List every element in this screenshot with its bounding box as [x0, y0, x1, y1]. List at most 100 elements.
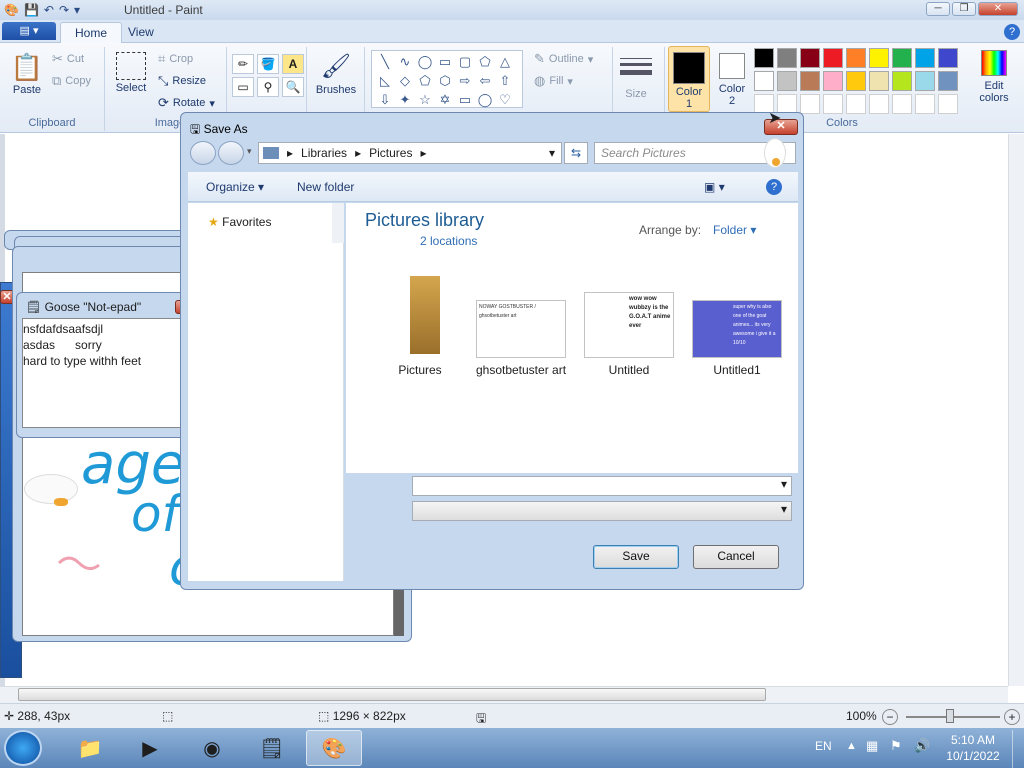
heart-shape-icon[interactable]: ♡	[495, 90, 515, 109]
file-name[interactable]: ghsotbetuster art	[466, 363, 576, 377]
pencil-icon[interactable]: ✏	[232, 54, 254, 74]
eraser-icon[interactable]: ▭	[232, 77, 254, 97]
star5-icon[interactable]: ☆	[415, 90, 435, 109]
help-icon[interactable]: ?	[1004, 24, 1020, 40]
file-thumbnail[interactable]: NOWAY GOSTBUSTER / ghsotbetuster art	[476, 300, 566, 358]
minimize-button[interactable]: ─	[926, 2, 950, 16]
file-type-select[interactable]: ▾	[412, 501, 792, 521]
star4-icon[interactable]: ✦	[395, 90, 415, 109]
magnifier-icon[interactable]: 🔍	[282, 77, 304, 97]
tab-home[interactable]: Home	[60, 22, 123, 43]
brushes-button[interactable]: 🖌 Brushes	[312, 50, 360, 96]
size-button[interactable]: Size	[616, 50, 656, 100]
show-desktop-button[interactable]	[1012, 730, 1024, 768]
breadcrumb-pictures[interactable]: Pictures	[369, 146, 412, 160]
save-icon[interactable]: 💾	[24, 2, 39, 18]
paste-button[interactable]: 📋 Paste	[8, 50, 46, 96]
color-swatch[interactable]	[800, 71, 820, 91]
language-indicator[interactable]: EN	[815, 739, 832, 753]
callout-oval-icon[interactable]: ◯	[475, 90, 495, 109]
maximize-button[interactable]: ❐	[952, 2, 976, 16]
color-swatch[interactable]	[846, 71, 866, 91]
color-swatch[interactable]	[823, 71, 843, 91]
hexagon-shape-icon[interactable]: ⬡	[435, 71, 455, 90]
callout-rect-icon[interactable]: ▭	[455, 90, 475, 109]
chrome-icon[interactable]: ◉	[184, 730, 240, 766]
triangle-shape-icon[interactable]: △	[495, 52, 515, 71]
horizontal-scroll-thumb[interactable]	[18, 688, 766, 701]
zoom-in-button[interactable]: +	[1004, 709, 1020, 725]
edit-colors-button[interactable]: Edit colors	[976, 50, 1012, 104]
right-arrow-icon[interactable]: ⇨	[455, 71, 475, 90]
nav-item-favorites[interactable]: ★ Favorites	[208, 215, 271, 229]
empty-color-swatch[interactable]	[915, 94, 935, 114]
color-swatch[interactable]	[846, 48, 866, 68]
view-options-button[interactable]: ▣ ▾	[704, 180, 725, 194]
diamond-shape-icon[interactable]: ◇	[395, 71, 415, 90]
vertical-scrollbar[interactable]	[1008, 134, 1024, 686]
rectangle-shape-icon[interactable]: ▭	[435, 52, 455, 71]
curve-shape-icon[interactable]: ∿	[395, 52, 415, 71]
file-name[interactable]: Untitled	[574, 363, 684, 377]
select-button[interactable]: Select	[112, 50, 150, 94]
file-thumbnail[interactable]: wow wow wubbzy is the G.O.A.T anime ever	[584, 292, 674, 358]
right-triangle-icon[interactable]: ◺	[375, 71, 395, 90]
library-locations-link[interactable]: 2 locations	[420, 234, 477, 248]
media-player-icon[interactable]: ▶	[122, 730, 178, 766]
customize-qat-icon[interactable]: ▾	[74, 2, 80, 18]
zoom-out-button[interactable]: −	[882, 709, 898, 725]
file-menu-button[interactable]: ▤ ▾	[2, 22, 56, 40]
notepad-taskbar-icon[interactable]: 🗒	[244, 730, 300, 766]
goose-sprite[interactable]	[762, 134, 790, 172]
new-folder-button[interactable]: New folder	[297, 180, 354, 194]
explorer-icon[interactable]: 📁	[62, 730, 118, 766]
resize-button[interactable]: ⤡ Resize	[158, 73, 206, 89]
zoom-slider-thumb[interactable]	[946, 709, 954, 723]
paint-taskbar-icon[interactable]: 🎨	[306, 730, 362, 766]
color2-button[interactable]: Color 2	[712, 46, 752, 107]
clock[interactable]: 5:10 AM 10/1/2022	[940, 732, 1006, 764]
color-swatch[interactable]	[777, 48, 797, 68]
color-swatch[interactable]	[915, 48, 935, 68]
file-name[interactable]: Untitled1	[682, 363, 792, 377]
color-swatch[interactable]	[777, 71, 797, 91]
color-swatch[interactable]	[915, 71, 935, 91]
volume-icon[interactable]: 🔊	[914, 738, 930, 754]
color-swatch[interactable]	[938, 71, 958, 91]
goose-sprite[interactable]	[24, 472, 82, 516]
action-center-icon[interactable]: ⚑	[890, 738, 902, 754]
empty-color-swatch[interactable]	[869, 94, 889, 114]
help-icon[interactable]: ?	[766, 179, 782, 195]
start-button[interactable]	[4, 730, 42, 766]
empty-color-swatch[interactable]	[892, 94, 912, 114]
color-swatch[interactable]	[892, 48, 912, 68]
color-swatch[interactable]	[800, 48, 820, 68]
redo-icon[interactable]: ↷	[59, 2, 69, 18]
breadcrumb-libraries[interactable]: Libraries	[301, 146, 347, 160]
tab-view[interactable]: View	[114, 22, 168, 43]
color-picker-icon[interactable]: ⚲	[257, 77, 279, 97]
back-button[interactable]	[190, 141, 216, 165]
color-swatch[interactable]	[823, 48, 843, 68]
color-swatch[interactable]	[869, 71, 889, 91]
copy-button[interactable]: ⧉ Copy	[52, 73, 91, 89]
organize-button[interactable]: Organize ▾	[206, 180, 264, 194]
refresh-button[interactable]: ⇆	[564, 142, 588, 164]
empty-color-swatch[interactable]	[846, 94, 866, 114]
fill-bucket-icon[interactable]: 🪣	[257, 54, 279, 74]
cut-button[interactable]: ✂ Cut	[52, 51, 84, 67]
left-arrow-icon[interactable]: ⇦	[475, 71, 495, 90]
address-dropdown-icon[interactable]: ▾	[549, 146, 555, 160]
address-bar[interactable]: ▸ Libraries ▸ Pictures ▸ ▾	[258, 142, 562, 164]
paint-app-icon[interactable]: 🎨	[4, 2, 19, 18]
color-swatch[interactable]	[754, 71, 774, 91]
fill-button[interactable]: ◍ Fill ▾	[534, 73, 573, 89]
file-name-input[interactable]: ▾	[412, 476, 792, 496]
file-thumbnail[interactable]: super why is also one of the goat animes…	[692, 300, 782, 358]
save-button[interactable]: Save	[593, 545, 679, 569]
line-shape-icon[interactable]: ╲	[375, 52, 395, 71]
notepad-text-area[interactable]: nsfdafdsaafsdjl asdas sorry hard to type…	[22, 318, 202, 428]
empty-color-swatch[interactable]	[938, 94, 958, 114]
network-icon[interactable]: ▦	[866, 738, 878, 754]
color-swatch[interactable]	[869, 48, 889, 68]
